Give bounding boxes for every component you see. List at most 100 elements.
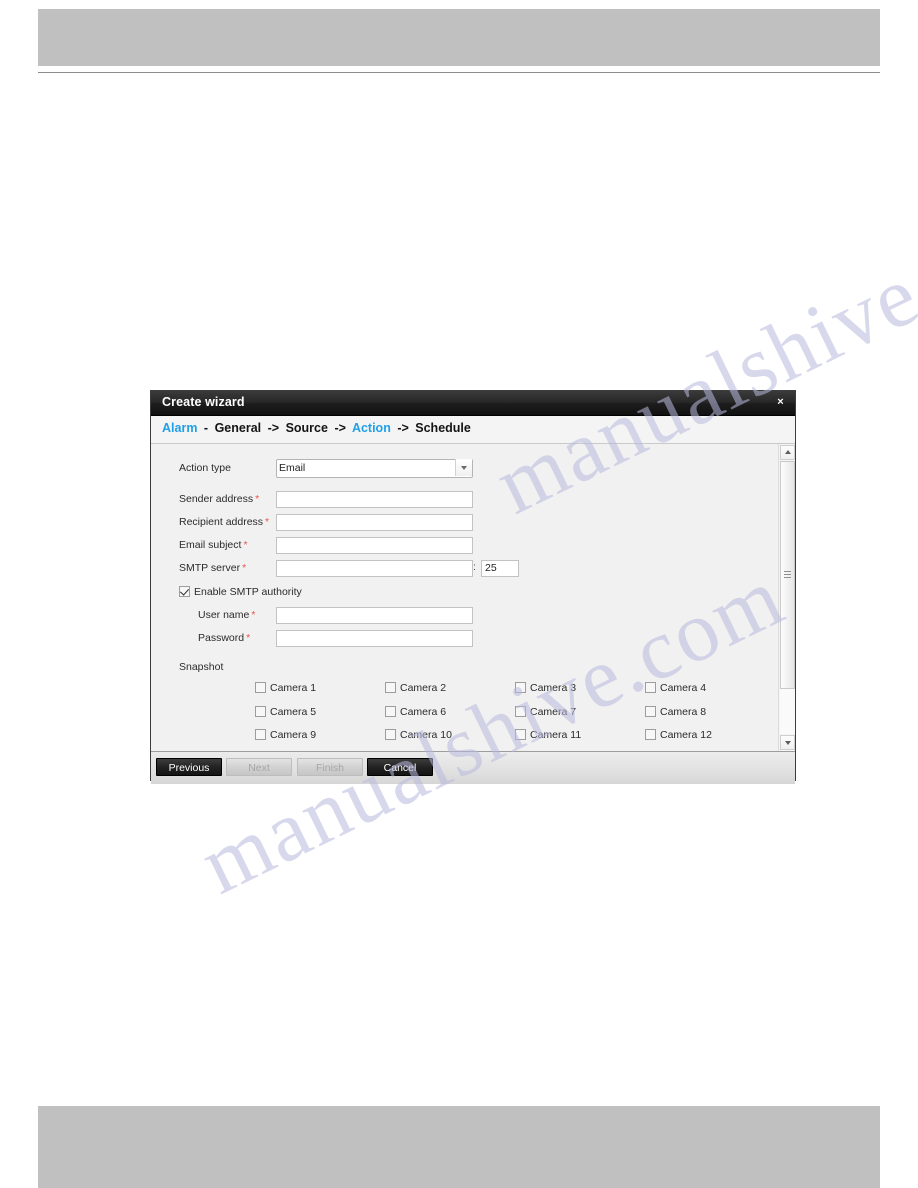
- checkbox-icon: [255, 705, 266, 717]
- breadcrumb-separator: ->: [267, 421, 280, 435]
- field-row-user-name: User name *: [151, 605, 778, 628]
- checkbox-icon: [645, 729, 656, 740]
- enable-smtp-authority-checkbox[interactable]: Enable SMTP authority: [179, 586, 302, 598]
- breadcrumb-separator: -: [203, 421, 209, 435]
- required-marker: *: [246, 632, 251, 644]
- camera-checkbox-1[interactable]: Camera 1: [255, 682, 385, 706]
- previous-button[interactable]: Previous: [156, 758, 222, 776]
- camera-label: Camera 9: [270, 729, 317, 741]
- checkbox-icon: [515, 682, 526, 693]
- camera-checkbox-6[interactable]: Camera 6: [385, 705, 515, 730]
- cancel-button[interactable]: Cancel: [367, 758, 433, 776]
- page-footer-band: [38, 1106, 880, 1188]
- close-icon[interactable]: ×: [774, 395, 787, 409]
- camera-checkbox-3[interactable]: Camera 3: [515, 682, 645, 706]
- camera-label: Camera 6: [400, 705, 447, 718]
- camera-checkbox-4[interactable]: Camera 4: [645, 682, 775, 706]
- breadcrumb-step-action[interactable]: Action: [352, 421, 391, 435]
- dialog-titlebar: Create wizard ×: [151, 391, 795, 416]
- breadcrumb-step-alarm[interactable]: Alarm: [162, 421, 197, 435]
- scroll-down-arrow-icon[interactable]: [780, 735, 795, 750]
- next-button: Next: [226, 758, 292, 776]
- smtp-server-input[interactable]: [276, 559, 473, 577]
- scrollbar-grip-icon: [784, 571, 791, 579]
- snapshot-label: Snapshot: [179, 661, 224, 673]
- camera-label: Camera 10: [400, 729, 452, 741]
- breadcrumb-separator: ->: [334, 421, 346, 435]
- field-row-enable-smtp-authority: Enable SMTP authority: [151, 583, 778, 603]
- breadcrumb-step-general[interactable]: General: [215, 421, 262, 435]
- checkbox-icon: [515, 729, 526, 740]
- required-marker: *: [265, 516, 270, 528]
- checkbox-icon: [255, 682, 266, 693]
- camera-checkbox-12[interactable]: Camera 12: [645, 729, 775, 751]
- checkbox-icon: [515, 705, 526, 717]
- camera-label: Camera 12: [660, 729, 712, 741]
- finish-button: Finish: [297, 758, 363, 776]
- sender-address-label: Sender address *: [179, 493, 260, 505]
- camera-checkbox-7[interactable]: Camera 7: [515, 705, 645, 730]
- field-row-password: Password *: [151, 628, 778, 651]
- email-subject-input[interactable]: [276, 536, 473, 554]
- camera-checkbox-11[interactable]: Camera 11: [515, 729, 645, 751]
- field-row-email-subject: Email subject *: [151, 535, 778, 558]
- camera-label: Camera 3: [530, 682, 577, 694]
- user-name-label: User name *: [198, 609, 256, 621]
- page-header-band: [38, 9, 880, 66]
- breadcrumb-step-source[interactable]: Source: [286, 421, 328, 435]
- enable-smtp-authority-label: Enable SMTP authority: [194, 586, 302, 598]
- scrollbar-thumb[interactable]: [780, 461, 795, 689]
- field-row-action-type: Action type Email: [151, 458, 778, 489]
- action-type-label: Action type: [179, 462, 231, 474]
- camera-checkbox-9[interactable]: Camera 9: [255, 729, 385, 751]
- checkbox-icon: [645, 682, 656, 693]
- camera-checkbox-8[interactable]: Camera 8: [645, 705, 775, 730]
- password-input[interactable]: [276, 629, 473, 647]
- scroll-up-arrow-icon[interactable]: [780, 445, 795, 460]
- checkbox-icon: [385, 682, 396, 693]
- camera-label: Camera 2: [400, 682, 447, 694]
- camera-checkbox-grid: Camera 1 Camera 2 Camera 3 Camera 4 Came…: [255, 682, 775, 751]
- smtp-server-label: SMTP server *: [179, 562, 247, 574]
- camera-checkbox-2[interactable]: Camera 2: [385, 682, 515, 706]
- camera-label: Camera 11: [530, 729, 582, 741]
- breadcrumb-step-schedule[interactable]: Schedule: [415, 421, 471, 435]
- recipient-address-input[interactable]: [276, 513, 473, 531]
- camera-label: Camera 1: [270, 682, 317, 694]
- checkbox-icon: [645, 705, 656, 717]
- email-subject-label: Email subject *: [179, 539, 248, 551]
- camera-label: Camera 8: [660, 705, 707, 718]
- page-header-divider: [38, 72, 880, 73]
- camera-checkbox-5[interactable]: Camera 5: [255, 705, 385, 730]
- checkbox-icon: [385, 729, 396, 740]
- scrollbar-track[interactable]: [780, 461, 795, 734]
- user-name-input[interactable]: [276, 606, 473, 624]
- checkbox-icon: [255, 729, 266, 740]
- checkbox-icon: [179, 586, 190, 597]
- field-row-smtp-server: SMTP server * :: [151, 558, 778, 581]
- dialog-title: Create wizard: [162, 395, 245, 409]
- camera-label: Camera 5: [270, 705, 317, 718]
- field-row-sender-address: Sender address *: [151, 489, 778, 512]
- password-label: Password *: [198, 632, 251, 644]
- recipient-address-label: Recipient address *: [179, 516, 270, 528]
- sender-address-input[interactable]: [276, 490, 473, 508]
- breadcrumb: Alarm - General -> Source -> Action -> S…: [162, 421, 471, 435]
- checkbox-icon: [385, 705, 396, 717]
- smtp-port-separator: :: [473, 561, 476, 573]
- camera-row: Camera 5 Camera 6 Camera 7 Camera 8: [255, 705, 775, 730]
- field-row-recipient-address: Recipient address *: [151, 512, 778, 535]
- camera-checkbox-10[interactable]: Camera 10: [385, 729, 515, 751]
- required-marker: *: [243, 539, 248, 551]
- smtp-port-input[interactable]: [481, 559, 519, 577]
- required-marker: *: [242, 562, 247, 574]
- dialog-body: Action type Email Sender address * Recip…: [151, 444, 795, 751]
- vertical-scrollbar[interactable]: [778, 444, 795, 751]
- action-type-select[interactable]: Email: [276, 458, 473, 478]
- required-marker: *: [251, 609, 256, 621]
- camera-label: Camera 7: [530, 705, 577, 718]
- dialog-button-bar: Previous Next Finish Cancel: [151, 751, 795, 784]
- scroll-viewport: Action type Email Sender address * Recip…: [151, 444, 778, 751]
- action-form: Action type Email Sender address * Recip…: [151, 444, 778, 751]
- camera-label: Camera 4: [660, 682, 707, 694]
